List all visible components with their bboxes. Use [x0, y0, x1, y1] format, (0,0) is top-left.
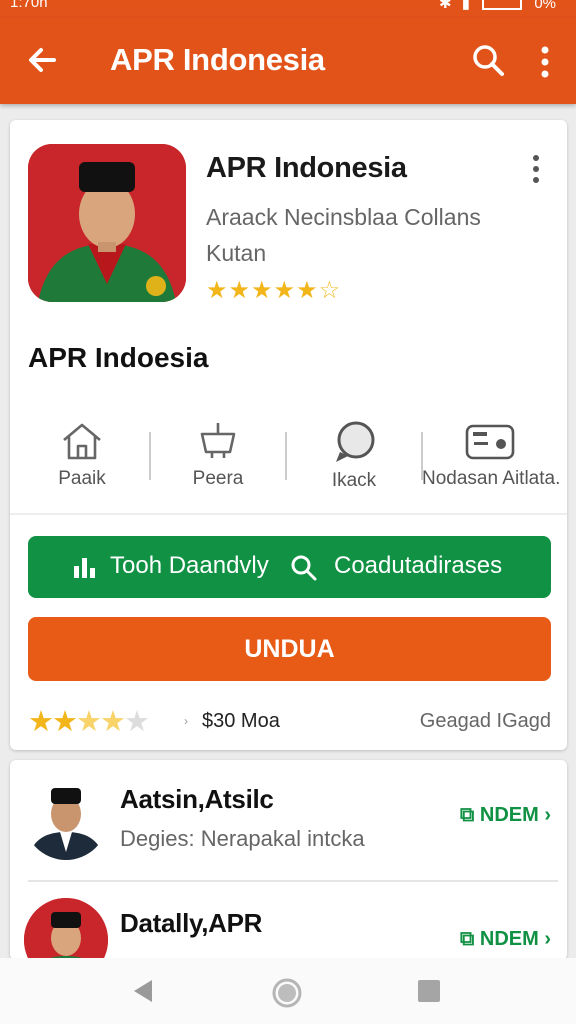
star-icon: ★★★★★ — [206, 277, 319, 304]
list-item-title: Datally,APR — [120, 908, 263, 938]
related-list-card: Aatsin,Atsilc Degies: Nerapakal intcka ⧉… — [10, 760, 567, 960]
chevron-right-icon: › — [538, 928, 551, 950]
app-name-heading: APR Indoesia — [28, 342, 209, 373]
more-options-icon[interactable] — [532, 42, 558, 82]
system-nav-bar — [0, 958, 576, 1024]
star-outline-icon: ☆ — [318, 277, 342, 304]
rating-row: ★★★★★ › $30 Moa Geagad IGagd — [28, 704, 551, 738]
action-radio-label: Nodasan Aitlata. — [422, 468, 561, 489]
chat-icon — [336, 421, 375, 462]
developer-name-line2: Kutan — [206, 240, 267, 266]
basket-icon — [200, 423, 236, 458]
nav-home-icon[interactable] — [270, 976, 304, 1010]
rating-stars: ★★★★★ — [28, 706, 150, 738]
signal-icon: ▮ — [461, 0, 470, 12]
open-link-button[interactable]: ⧉ NDEM › — [460, 804, 551, 827]
action-basket-label: Peera — [192, 468, 244, 489]
nav-recents-icon[interactable] — [416, 978, 442, 1004]
search-icon[interactable] — [470, 42, 506, 78]
external-link-icon: ⧉ — [460, 804, 480, 826]
status-bar: 1:70n ✱ ▮ 0% — [0, 0, 576, 18]
list-item[interactable]: Aatsin,Atsilc Degies: Nerapakal intcka ⧉… — [10, 760, 567, 882]
card-divider — [10, 513, 567, 515]
status-battery-area: ✱ ▮ 0% — [433, 0, 556, 12]
app-icon-portrait — [28, 144, 186, 302]
nav-back-icon[interactable] — [128, 976, 158, 1006]
bluetooth-icon: ✱ — [438, 0, 452, 12]
open-link-label: NDEM — [479, 804, 539, 826]
avatar — [24, 776, 108, 860]
price-text: $30 Moa — [202, 710, 280, 732]
back-arrow-icon[interactable] — [22, 40, 62, 80]
app-bar-title: APR Indonesia — [110, 42, 325, 77]
green-action-bar[interactable]: Tooh Daandvly Coadutadirases — [28, 536, 551, 598]
rating-right-text: Geagad IGagd — [419, 710, 551, 732]
app-detail-card: APR Indonesia Araack Necinsblaa Collans … — [10, 120, 567, 750]
app-title: APR Indonesia — [206, 152, 407, 184]
quick-actions-row: Paaik Peera Ikack Nodasan Aitlata. — [10, 420, 567, 510]
green-left-label[interactable]: Tooh Daandvly — [110, 552, 269, 580]
action-radio[interactable]: Nodasan Aitlata. — [422, 420, 561, 510]
battery-icon — [482, 0, 523, 10]
list-item-title: Aatsin,Atsilc — [120, 784, 274, 814]
external-link-icon: ⧉ — [460, 928, 480, 950]
action-home-label: Paaik — [58, 468, 106, 489]
status-time: 1:70n — [10, 0, 48, 11]
avatar — [24, 898, 108, 960]
card-more-icon[interactable] — [526, 152, 546, 186]
list-item[interactable]: Datally,APR ⧉ NDEM › — [10, 882, 567, 960]
search-icon — [291, 555, 317, 581]
green-right-label[interactable]: Coadutadirases — [334, 552, 502, 580]
bar-chart-icon — [74, 558, 95, 578]
list-item-subtitle: Degies: Nerapakal intcka — [120, 826, 365, 851]
action-basket[interactable]: Peera — [150, 420, 286, 510]
developer-name: Araack Necinsblaa Collans — [206, 204, 481, 230]
action-home[interactable]: Paaik — [14, 420, 150, 510]
open-link-label: NDEM — [479, 928, 539, 950]
chevron-right-icon: › — [184, 714, 188, 728]
open-link-button[interactable]: ⧉ NDEM › — [460, 928, 551, 951]
install-button[interactable]: UNDUA — [28, 617, 551, 681]
chevron-right-icon: › — [538, 804, 551, 826]
action-chat-label: Ikack — [331, 470, 377, 491]
radio-icon — [465, 424, 515, 460]
app-bar: APR Indonesia — [0, 18, 576, 104]
app-rating-stars: ★★★★★☆ — [206, 276, 341, 305]
home-icon — [63, 423, 101, 460]
action-chat[interactable]: Ikack — [286, 420, 422, 510]
battery-percent: 0% — [534, 0, 556, 12]
